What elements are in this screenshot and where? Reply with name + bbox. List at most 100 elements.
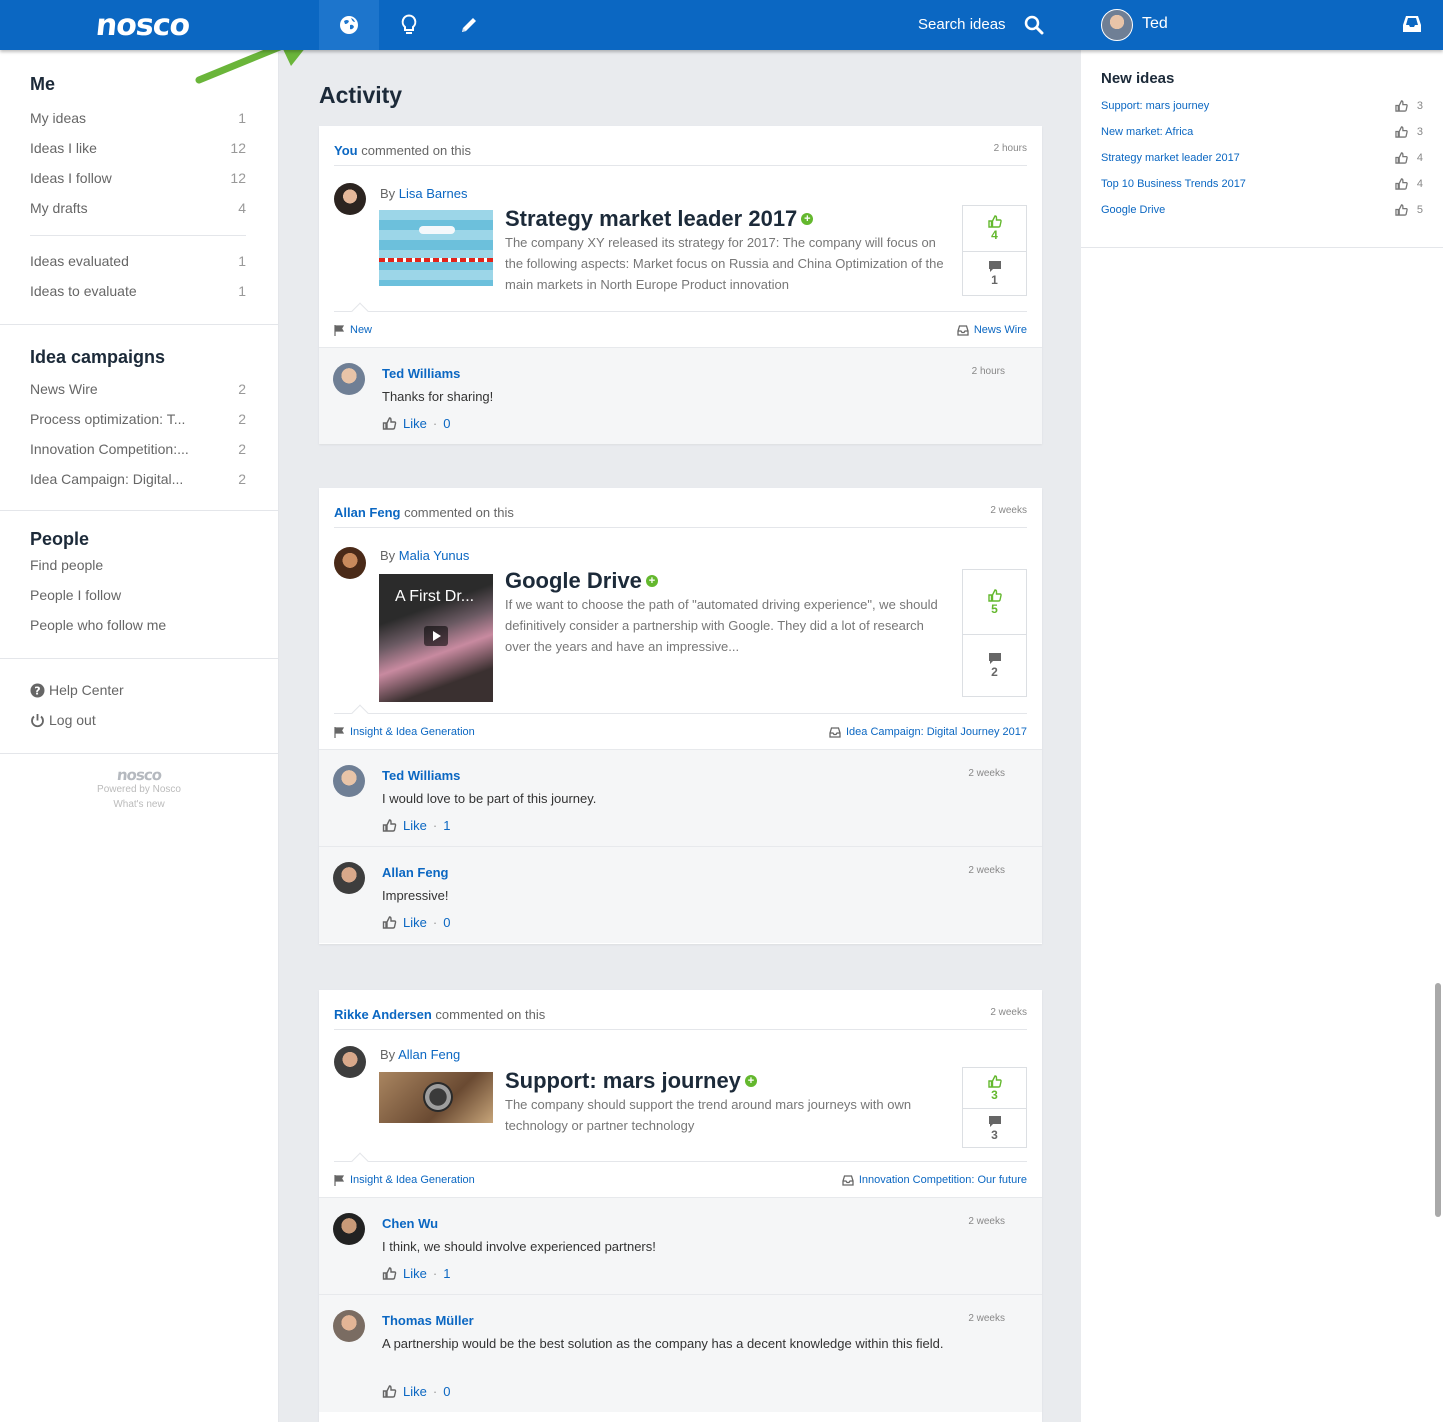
comments-button[interactable]: 2 (963, 635, 1026, 696)
video-thumbnail[interactable]: A First Dr... (379, 574, 493, 702)
sidebar-item-campaign[interactable]: Idea Campaign: Digital... 2 (30, 464, 246, 494)
idea-tags-row: Insight & Idea Generation Idea Campaign:… (334, 704, 1027, 749)
actor-link[interactable]: Rikke Andersen (334, 1007, 432, 1022)
comments-button[interactable]: 1 (963, 252, 1026, 295)
sidebar-item-campaign[interactable]: Process optimization: T... 2 (30, 404, 246, 434)
new-idea-item: Support: mars journey 3 (1101, 93, 1423, 119)
thumbs-up-icon[interactable] (1395, 152, 1408, 164)
count-badge: 12 (230, 140, 246, 156)
like-count: 5 (1416, 204, 1423, 216)
status-tag[interactable]: New (334, 324, 372, 336)
commenter-name[interactable]: Ted Williams (382, 768, 460, 783)
comment-timestamp: 2 weeks (968, 768, 1005, 779)
follow-plus-icon[interactable]: + (744, 1075, 757, 1087)
follow-plus-icon[interactable]: + (801, 213, 814, 225)
commenter-name[interactable]: Thomas Müller (382, 1313, 474, 1328)
user-name[interactable]: Ted (1142, 15, 1168, 33)
logout-link[interactable]: Log out (30, 705, 246, 735)
campaign-link[interactable]: Idea Campaign: Digital Journey 2017 (829, 726, 1027, 738)
commenter-avatar[interactable] (333, 765, 365, 797)
author-link[interactable]: Lisa Barnes (399, 186, 468, 201)
user-avatar[interactable] (1101, 9, 1133, 41)
campaign-link[interactable]: News Wire (957, 324, 1027, 336)
thumbs-up-icon[interactable] (1395, 178, 1408, 190)
commenter-avatar[interactable] (333, 1310, 365, 1342)
comment-like-button[interactable]: Like · 1 (382, 1266, 450, 1281)
sidebar-item-ideas-i-follow[interactable]: Ideas I follow 12 (30, 163, 246, 193)
thumbs-up-icon[interactable] (1395, 204, 1408, 216)
new-idea-pencil-button[interactable] (439, 0, 499, 50)
ideas-lightbulb-button[interactable] (379, 0, 439, 50)
inbox-icon[interactable] (1401, 14, 1423, 34)
new-idea-link[interactable]: Strategy market leader 2017 (1101, 152, 1240, 164)
like-idea-button[interactable]: 5 (963, 570, 1026, 635)
idea-title[interactable]: Strategy market leader 2017 + (505, 206, 814, 232)
category-tag[interactable]: Insight & Idea Generation (334, 726, 475, 738)
right-sidebar: New ideas Support: mars journey 3 New mar… (1081, 50, 1443, 1422)
nosco-logo[interactable]: nosco (94, 8, 191, 43)
play-icon[interactable] (424, 626, 448, 646)
sidebar-item-ideas-i-like[interactable]: Ideas I like 12 (30, 133, 246, 163)
author-link[interactable]: Malia Yunus (399, 548, 470, 563)
sidebar-item-find-people[interactable]: Find people (30, 550, 246, 580)
thumbs-up-icon[interactable] (1395, 126, 1408, 138)
sidebar-item-my-drafts[interactable]: My drafts 4 (30, 193, 246, 223)
like-idea-button[interactable]: 4 (963, 206, 1026, 252)
author-avatar[interactable] (334, 547, 366, 579)
comment-like-button[interactable]: Like · 0 (382, 915, 450, 930)
actor-link[interactable]: You (334, 143, 358, 158)
whats-new-link[interactable]: What's new (0, 799, 278, 810)
commenter-name[interactable]: Ted Williams (382, 366, 460, 381)
new-idea-link[interactable]: New market: Africa (1101, 126, 1193, 138)
thumbs-up-icon (382, 417, 397, 430)
like-count: 4 (1416, 152, 1423, 164)
commenter-name[interactable]: Allan Feng (382, 865, 448, 880)
comments-button[interactable]: 3 (963, 1109, 1026, 1147)
commenter-avatar[interactable] (333, 363, 365, 395)
comment-like-button[interactable]: Like · 0 (382, 416, 450, 431)
sidebar-item-people-i-follow[interactable]: People I follow (30, 580, 246, 610)
category-tag[interactable]: Insight & Idea Generation (334, 1174, 475, 1186)
author-link[interactable]: Allan Feng (398, 1047, 460, 1062)
search-ideas-label[interactable]: Search ideas (918, 16, 1006, 33)
search-icon[interactable] (1024, 15, 1044, 35)
sidebar-item-ideas-evaluated[interactable]: Ideas evaluated 1 (30, 246, 246, 276)
author-avatar[interactable] (334, 1046, 366, 1078)
new-idea-link[interactable]: Support: mars journey (1101, 100, 1209, 112)
sidebar-item-people-who-follow-me[interactable]: People who follow me (30, 610, 246, 640)
sidebar-item-my-ideas[interactable]: My ideas 1 (30, 103, 246, 133)
help-icon: ? (30, 683, 45, 697)
actor-link[interactable]: Allan Feng (334, 505, 400, 520)
idea-title[interactable]: Google Drive + (505, 568, 658, 594)
commenter-name[interactable]: Chen Wu (382, 1216, 438, 1231)
like-idea-button[interactable]: 3 (963, 1068, 1026, 1109)
author-avatar[interactable] (334, 183, 366, 215)
idea-title[interactable]: Support: mars journey + (505, 1068, 757, 1094)
comment-like-button[interactable]: Like · 1 (382, 818, 450, 833)
video-title: A First Dr... (395, 588, 475, 605)
comment: Chen Wu 2 weeks I think, we should invol… (319, 1197, 1042, 1294)
sidebar-item-ideas-to-evaluate[interactable]: Ideas to evaluate 1 (30, 276, 246, 306)
activity-globe-button[interactable] (319, 0, 379, 50)
idea-description: The company XY released its strategy for… (505, 235, 944, 292)
commenter-avatar[interactable] (333, 862, 365, 894)
idea-thumbnail[interactable] (379, 1072, 493, 1123)
new-idea-item: Top 10 Business Trends 2017 4 (1101, 171, 1423, 197)
comment-timestamp: 2 weeks (968, 1216, 1005, 1227)
comment-like-button[interactable]: Like · 0 (382, 1384, 450, 1399)
thumbs-up-icon[interactable] (1395, 100, 1408, 112)
thumbs-up-icon (987, 215, 1002, 228)
page-title: Activity (319, 82, 403, 108)
help-center-link[interactable]: ? Help Center (30, 675, 246, 705)
new-idea-link[interactable]: Top 10 Business Trends 2017 (1101, 178, 1246, 190)
commenter-avatar[interactable] (333, 1213, 365, 1245)
flag-icon (334, 726, 345, 738)
page-scrollbar[interactable] (1435, 983, 1441, 1217)
people-section: People Find people People I follow Peopl… (0, 511, 278, 659)
campaign-link[interactable]: Innovation Competition: Our future (842, 1174, 1027, 1186)
idea-thumbnail[interactable] (379, 210, 493, 286)
follow-plus-icon[interactable]: + (645, 575, 658, 587)
sidebar-item-campaign[interactable]: News Wire 2 (30, 374, 246, 404)
sidebar-item-campaign[interactable]: Innovation Competition:... 2 (30, 434, 246, 464)
new-idea-link[interactable]: Google Drive (1101, 204, 1165, 216)
